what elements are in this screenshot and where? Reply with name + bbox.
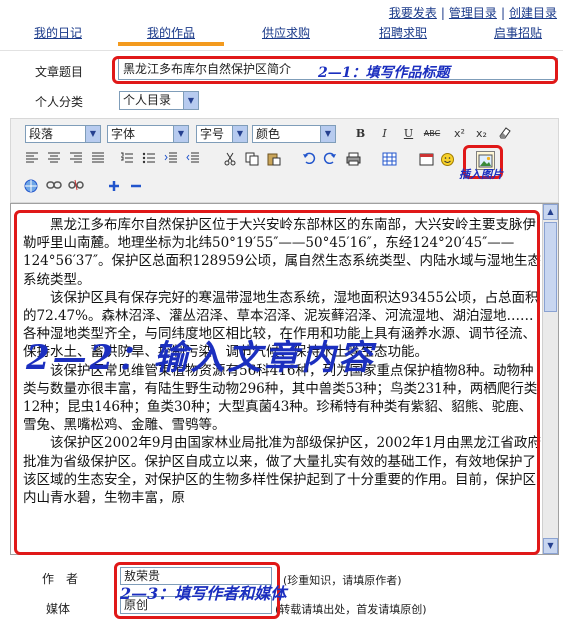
tab-notices[interactable]: 启事招贴 [482, 24, 554, 46]
title-label: 文章题目 [35, 65, 84, 79]
unlink-icon[interactable] [67, 179, 84, 196]
unordered-list-icon[interactable] [140, 152, 157, 169]
color-select[interactable]: 颜色 ▼ [252, 125, 336, 143]
strikethrough-button[interactable]: ABC [421, 125, 443, 142]
chevron-down-icon: ▼ [320, 126, 335, 142]
chevron-down-icon: ▼ [183, 92, 198, 109]
size-select-label: 字号 [200, 127, 225, 141]
separator: | [500, 6, 505, 20]
indent-icon[interactable] [162, 152, 179, 169]
media-hint: (转载请填出处，首发请填原创) [275, 603, 427, 616]
subscript-button[interactable]: x₂ [473, 125, 490, 142]
table-icon[interactable] [381, 152, 398, 169]
scroll-up-icon[interactable]: ▲ [543, 204, 558, 220]
annotation-step3: 2—3：填写作者和媒体 [120, 584, 287, 603]
annotation-step1: 2—1：填写作品标题 [318, 65, 450, 81]
separator: | [440, 6, 445, 20]
ordered-list-icon[interactable] [118, 152, 135, 169]
tab-supply-purchase[interactable]: 供应求购 [250, 24, 322, 46]
font-select[interactable]: 字体 ▼ [107, 125, 189, 143]
align-center-icon[interactable] [45, 152, 62, 169]
category-value: 个人目录 [123, 93, 172, 107]
top-links: 我要发表 | 管理目录 | 创建目录 [389, 4, 557, 21]
collapse-icon[interactable] [127, 179, 144, 196]
print-icon[interactable] [345, 152, 362, 169]
scroll-down-icon[interactable]: ▼ [543, 538, 558, 554]
create-directory-link[interactable]: 创建目录 [509, 6, 557, 20]
chevron-down-icon: ▼ [232, 126, 247, 142]
redo-icon[interactable] [321, 152, 338, 169]
align-justify-icon[interactable] [89, 152, 106, 169]
color-select-label: 颜色 [256, 127, 281, 141]
paragraph-select-label: 段落 [29, 127, 54, 141]
outdent-icon[interactable] [184, 152, 201, 169]
link-icon[interactable] [45, 179, 62, 196]
annotation-box-content [14, 210, 540, 555]
tab-recruitment[interactable]: 招聘求职 [367, 24, 439, 46]
media-label: 媒体 [46, 602, 71, 616]
cut-icon[interactable] [221, 152, 238, 169]
tab-my-diary[interactable]: 我的日记 [22, 24, 94, 46]
size-select[interactable]: 字号 ▼ [196, 125, 248, 143]
annotation-step2: 2—2：输入文章内容 [26, 338, 376, 378]
author-hint: (珍重知识，请填原作者) [283, 574, 402, 587]
publish-link[interactable]: 我要发表 [389, 6, 437, 20]
tab-divider [0, 50, 563, 51]
bold-button[interactable]: B [352, 125, 369, 142]
eraser-icon[interactable] [496, 125, 513, 142]
calendar-icon[interactable] [418, 152, 435, 169]
italic-button[interactable]: I [376, 125, 393, 142]
globe-link-icon[interactable] [23, 179, 40, 196]
underline-button[interactable]: U [400, 125, 417, 142]
scroll-thumb[interactable] [544, 222, 557, 312]
expand-icon[interactable] [105, 179, 122, 196]
author-label: 作 者 [42, 572, 79, 586]
tab-bar: 我的日记 我的作品 供应求购 招聘求职 启事招贴 [0, 24, 563, 50]
chevron-down-icon: ▼ [173, 126, 188, 142]
emoticon-icon[interactable] [439, 152, 456, 169]
paragraph-select[interactable]: 段落 ▼ [25, 125, 101, 143]
copy-icon[interactable] [243, 152, 260, 169]
category-select[interactable]: 个人目录 ▼ [119, 91, 199, 110]
align-left-icon[interactable] [23, 152, 40, 169]
paste-icon[interactable] [265, 152, 282, 169]
manage-directory-link[interactable]: 管理目录 [449, 6, 497, 20]
undo-icon[interactable] [300, 152, 317, 169]
chevron-down-icon: ▼ [85, 126, 100, 142]
tab-my-works[interactable]: 我的作品 [118, 24, 224, 46]
align-right-icon[interactable] [67, 152, 84, 169]
superscript-button[interactable]: x² [451, 125, 468, 142]
category-label: 个人分类 [35, 95, 84, 109]
annotation-insert-image: 插入图片 [459, 168, 503, 181]
editor-scrollbar[interactable]: ▲ ▼ [542, 204, 558, 554]
font-select-label: 字体 [111, 127, 136, 141]
